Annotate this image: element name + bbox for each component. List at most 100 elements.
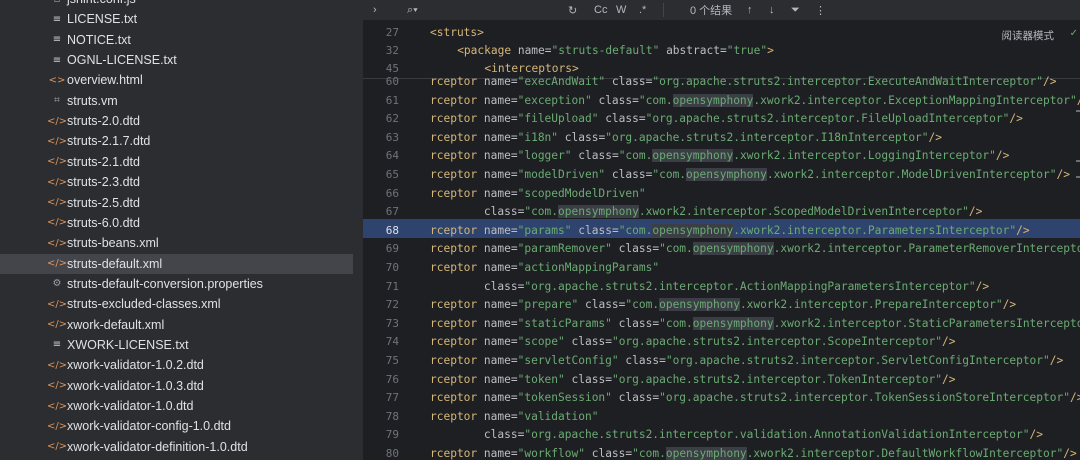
- code-line[interactable]: rceptor name="logger" class="com.opensym…: [430, 149, 1080, 163]
- file-tree-item[interactable]: </> struts-2.5.dtd: [0, 193, 353, 213]
- sticky-code-line[interactable]: <struts>: [430, 26, 484, 39]
- filter-icon[interactable]: ⏷: [791, 0, 800, 20]
- file-tree-item[interactable]: ▫ jshint.conf.js: [0, 0, 353, 9]
- code-line[interactable]: rceptor name="scopedModelDriven": [430, 187, 1080, 200]
- file-tree-item[interactable]: ≡ NOTICE.txt: [0, 30, 353, 50]
- line-number: 79: [385, 428, 399, 442]
- file-tree-item[interactable]: </> struts-6.0.dtd: [0, 213, 353, 233]
- properties-file-icon: ⚙: [52, 278, 62, 290]
- code-line[interactable]: rceptor name="params" class="com.opensym…: [430, 223, 1080, 237]
- xml-file-icon: </>: [46, 319, 68, 331]
- file-tree-item-label: struts.vm: [67, 93, 118, 108]
- file-tree-item-label: xwork-validator-1.0.3.dtd: [67, 378, 204, 393]
- file-tree-item-label: xwork-validator-config-1.0.dtd: [67, 419, 231, 434]
- file-tree-item-label: XWORK-LICENSE.txt: [67, 337, 189, 352]
- regex-toggle[interactable]: .*: [639, 0, 646, 20]
- file-tree-item[interactable]: ⚙ struts-default-conversion.properties: [0, 274, 353, 294]
- code-line[interactable]: rceptor name="staticParams" class="com.o…: [430, 316, 1080, 330]
- scroll-marker: [1076, 110, 1080, 112]
- file-tree-item[interactable]: </> xwork-validator-1.0.3.dtd: [0, 376, 353, 396]
- html-file-icon: <>: [48, 74, 66, 86]
- find-divider: [663, 3, 664, 17]
- editor-scrollbar[interactable]: [1074, 80, 1080, 460]
- dtd-file-icon: </>: [46, 115, 68, 127]
- text-file-icon: ≡: [52, 339, 62, 351]
- line-number: 71: [385, 279, 399, 293]
- file-tree-item-label: xwork-validator-definition-1.0.dtd: [67, 439, 248, 454]
- match-case-toggle[interactable]: Cc: [594, 0, 607, 20]
- file-tree-item[interactable]: ⌗ struts.vm: [0, 91, 353, 111]
- line-number: 76: [385, 372, 399, 386]
- code-line[interactable]: rceptor name="modelDriven" class="com.op…: [430, 168, 1080, 181]
- line-number: 77: [385, 391, 399, 405]
- code-line[interactable]: class="com.opensymphony.xwork2.intercept…: [430, 205, 1080, 219]
- arrow-down-icon[interactable]: ↓: [769, 0, 775, 20]
- line-number: 68: [385, 223, 399, 237]
- code-line[interactable]: rceptor name="tokenSession" class="org.a…: [430, 391, 1080, 404]
- file-tree-item[interactable]: </> struts-2.3.dtd: [0, 172, 353, 192]
- code-line[interactable]: rceptor name="validation": [430, 410, 1080, 423]
- file-tree-item[interactable]: </> struts-2.1.dtd: [0, 152, 353, 172]
- file-tree-item[interactable]: <> overview.html: [0, 70, 353, 90]
- code-line[interactable]: rceptor name="scope" class="org.apache.s…: [430, 335, 1080, 348]
- line-number: 27: [385, 26, 399, 39]
- line-number: 74: [385, 335, 399, 349]
- sidebar-scrollbar[interactable]: [356, 0, 363, 460]
- dtd-file-icon: </>: [46, 156, 68, 168]
- inspection-check-icon[interactable]: ✓: [1070, 28, 1078, 39]
- code-line[interactable]: rceptor name="workflow" class="com.opens…: [430, 447, 1080, 460]
- search-icon[interactable]: ⌕▾: [407, 0, 418, 20]
- scroll-marker: [1076, 160, 1080, 162]
- line-number: 80: [385, 447, 399, 460]
- code-line[interactable]: rceptor name="i18n" class="org.apache.st…: [430, 131, 1080, 144]
- code-line[interactable]: class="org.apache.struts2.interceptor.va…: [430, 428, 1080, 441]
- file-tree-item[interactable]: </> xwork-validator-definition-1.0.dtd: [0, 437, 353, 457]
- file-tree-item[interactable]: </> struts-2.1.7.dtd: [0, 131, 353, 151]
- file-tree-item[interactable]: </> struts-excluded-classes.xml: [0, 294, 353, 314]
- code-line[interactable]: rceptor name="exception" class="com.open…: [430, 93, 1080, 107]
- file-tree-item-label: jshint.conf.js: [67, 0, 136, 6]
- more-options-icon[interactable]: ⋮: [815, 0, 826, 20]
- code-line[interactable]: rceptor name="execAndWait" class="org.ap…: [430, 75, 1080, 88]
- chevron-right-icon[interactable]: ›: [373, 0, 377, 20]
- code-line[interactable]: rceptor name="fileUpload" class="org.apa…: [430, 112, 1080, 125]
- file-tree-item[interactable]: </> struts-2.0.dtd: [0, 111, 353, 131]
- line-number: 75: [385, 354, 399, 367]
- file-tree-item[interactable]: ≡ LICENSE.txt: [0, 9, 353, 29]
- code-line[interactable]: rceptor name="servletConfig" class="org.…: [430, 354, 1080, 367]
- line-number: 66: [385, 186, 399, 200]
- dtd-file-icon: </>: [46, 441, 68, 453]
- file-tree-item[interactable]: ≡ XWORK-LICENSE.txt: [0, 335, 353, 355]
- file-tree-item-label: struts-beans.xml: [67, 236, 159, 251]
- file-tree-item-label: struts-2.3.dtd: [67, 175, 140, 190]
- code-line[interactable]: class="org.apache.struts2.interceptor.Ac…: [430, 280, 1080, 293]
- refresh-icon[interactable]: ↻: [568, 0, 577, 20]
- dtd-file-icon: </>: [46, 176, 68, 188]
- file-tree-item[interactable]: </> xwork-validator-1.0.2.dtd: [0, 355, 353, 375]
- code-line[interactable]: rceptor name="prepare" class="com.opensy…: [430, 298, 1080, 312]
- reader-mode-button[interactable]: 阅读器模式: [1002, 28, 1055, 43]
- file-tree-item-label: struts-excluded-classes.xml: [67, 297, 221, 312]
- code-line[interactable]: rceptor name="paramRemover" class="com.o…: [430, 242, 1080, 256]
- file-tree-item[interactable]: </> struts-default.xml: [0, 253, 353, 274]
- sticky-code-line[interactable]: <package name="struts-default" abstract=…: [457, 44, 774, 57]
- line-number: 65: [385, 168, 399, 181]
- scroll-marker: [1076, 176, 1080, 178]
- sticky-code-line[interactable]: <interceptors>: [484, 62, 578, 75]
- file-tree-item[interactable]: ≡ OGNL-LICENSE.txt: [0, 50, 353, 70]
- arrow-up-icon[interactable]: ↑: [747, 0, 753, 20]
- dtd-file-icon: </>: [46, 217, 68, 229]
- project-tree: ▫ jshint.conf.js ≡ LICENSE.txt ≡ NOTICE.txt ≡ O…: [0, 0, 363, 460]
- file-tree-item-label: struts-2.1.dtd: [67, 154, 140, 169]
- code-line[interactable]: rceptor name="token" class="org.apache.s…: [430, 373, 1080, 386]
- file-tree-item[interactable]: </> xwork-validator-1.0.dtd: [0, 396, 353, 416]
- line-number: 45: [385, 62, 399, 75]
- file-tree-item[interactable]: </> xwork-default.xml: [0, 315, 353, 335]
- file-tree-item[interactable]: </> xwork-validator-config-1.0.dtd: [0, 416, 353, 436]
- file-tree-item[interactable]: </> struts-beans.xml: [0, 233, 353, 253]
- code-line[interactable]: rceptor name="actionMappingParams": [430, 261, 1080, 274]
- whole-word-toggle[interactable]: W: [616, 0, 626, 20]
- line-number: 60: [385, 75, 399, 88]
- code-editor: › ⌕▾ ↻ Cc W .* 0 个结果 ↑ ↓ ⏷ ⋮ 27 <struts> 3…: [363, 0, 1080, 460]
- dtd-file-icon: </>: [46, 135, 68, 147]
